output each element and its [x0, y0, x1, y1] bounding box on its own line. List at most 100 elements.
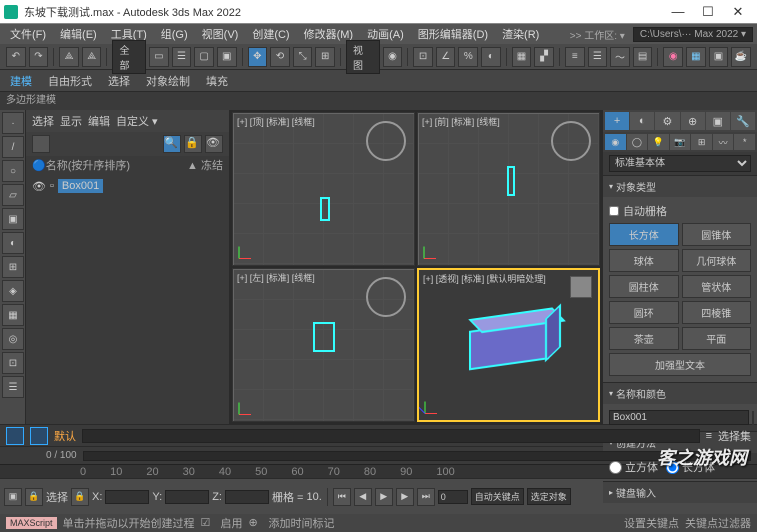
tab-selection[interactable]: 选择	[104, 71, 134, 91]
keyfilter-button[interactable]: 关键点过滤器	[685, 515, 751, 531]
undo-button[interactable]: ↶	[6, 47, 26, 67]
render-frame-button[interactable]: ▣	[709, 47, 729, 67]
scene-search-button[interactable]: 🔍	[163, 135, 181, 153]
next-frame-button[interactable]: ▶	[396, 488, 414, 506]
timeline-track[interactable]	[82, 429, 700, 443]
tool-d-button[interactable]: ▦	[2, 304, 24, 326]
link-button[interactable]: ⟁	[59, 47, 79, 67]
viewcube[interactable]	[366, 121, 406, 161]
window-cross-button[interactable]: ▣	[217, 47, 237, 67]
scene-tab-display[interactable]: 显示	[60, 113, 82, 129]
tab-modeling[interactable]: 建模	[6, 71, 36, 91]
col-name[interactable]: 名称(按升序排序)	[46, 157, 187, 173]
tool-e-button[interactable]: ◎	[2, 328, 24, 350]
goto-start-button[interactable]: ⏮	[333, 488, 351, 506]
workspace-selector[interactable]: >> 工作区: ▾	[564, 25, 631, 44]
enable-toggle[interactable]: ☑	[201, 516, 215, 530]
object-box[interactable]	[313, 322, 335, 352]
render-button[interactable]: ☕	[731, 47, 751, 67]
scene-tab-edit[interactable]: 编辑	[88, 113, 110, 129]
named-sel-button[interactable]: ▦	[512, 47, 532, 67]
tool-g-button[interactable]: ☰	[2, 376, 24, 398]
viewport-label[interactable]: [+] [前] [标准] [线框]	[422, 115, 500, 128]
snap-button[interactable]: ⊡	[413, 47, 433, 67]
sub-space[interactable]: 〰	[713, 134, 734, 150]
timeline-mode-button[interactable]	[6, 427, 24, 445]
sub-lights[interactable]: 💡	[648, 134, 669, 150]
select-button[interactable]: ▭	[149, 47, 169, 67]
path-crumb[interactable]: C:\Users\··· Max 2022 ▾	[633, 27, 753, 42]
viewcube[interactable]	[366, 277, 406, 317]
play-button[interactable]: ▶	[375, 488, 393, 506]
btn-geosphere[interactable]: 几何球体	[682, 249, 752, 272]
x-input[interactable]	[105, 490, 149, 504]
btn-cone[interactable]: 圆锥体	[682, 223, 752, 246]
viewport-label[interactable]: [+] [左] [标准] [线框]	[237, 271, 315, 284]
scene-tree[interactable]: 👁 ▫ Box001	[26, 174, 229, 424]
filter-dropdown[interactable]: 全部	[112, 40, 146, 74]
sub-geometry[interactable]: ◉	[605, 134, 626, 150]
goto-end-button[interactable]: ⏭	[417, 488, 435, 506]
tab-create[interactable]: +	[605, 112, 629, 130]
refcoord-dropdown[interactable]: 视图	[346, 40, 380, 74]
menu-render[interactable]: 渣染(R)	[496, 24, 545, 44]
tool-c-button[interactable]: ◈	[2, 280, 24, 302]
select-name-button[interactable]: ☰	[172, 47, 192, 67]
menu-edit[interactable]: 编辑(E)	[54, 24, 103, 44]
btn-cylinder[interactable]: 圆柱体	[609, 275, 679, 298]
scale-button[interactable]: ⤡	[293, 47, 313, 67]
tool-f-button[interactable]: ⊡	[2, 352, 24, 374]
material-button[interactable]: ◉	[663, 47, 683, 67]
eye-icon[interactable]: 👁	[32, 180, 46, 193]
btn-textplus[interactable]: 加强型文本	[609, 353, 751, 376]
settime-button[interactable]: ⊕	[249, 516, 263, 530]
viewport-left[interactable]: [+] [左] [标准] [线框]	[232, 268, 415, 422]
category-dropdown[interactable]: 标准基本体	[609, 155, 751, 172]
redo-button[interactable]: ↷	[29, 47, 49, 67]
scene-tab-select[interactable]: 选择	[32, 113, 54, 129]
unlink-button[interactable]: ⟁	[82, 47, 102, 67]
poly-vert-button[interactable]: ·	[2, 112, 24, 134]
layer-button[interactable]: ☰	[588, 47, 608, 67]
radio-cube[interactable]: 立方体	[609, 459, 658, 475]
selobj-dropdown[interactable]: 选定对象	[527, 488, 571, 505]
rollout-header[interactable]: 名称和颜色	[603, 383, 757, 404]
object-box-3d[interactable]	[469, 325, 549, 365]
sub-helpers[interactable]: ⊞	[691, 134, 712, 150]
tab-freeform[interactable]: 自由形式	[44, 71, 96, 91]
tab-modify[interactable]: ◐	[630, 112, 654, 130]
selection-set-dropdown[interactable]: 选择集	[718, 428, 751, 444]
tab-populate[interactable]: 填充	[202, 71, 232, 91]
color-swatch[interactable]	[752, 411, 754, 425]
tab-display[interactable]: ▣	[706, 112, 730, 130]
maximize-button[interactable]: ☐	[693, 4, 723, 20]
viewcube[interactable]	[570, 276, 592, 298]
autogrid-check[interactable]: 自动栅格	[609, 201, 751, 221]
btn-teapot[interactable]: 茶壶	[609, 327, 679, 350]
frame-input[interactable]	[438, 490, 468, 504]
poly-element-button[interactable]: ▣	[2, 208, 24, 230]
spinner-snap-button[interactable]: ◐	[481, 47, 501, 67]
viewcube[interactable]	[551, 121, 591, 161]
tab-utilities[interactable]: 🔧	[731, 112, 755, 130]
sel-lock-button[interactable]: 🔒	[71, 488, 89, 506]
object-box[interactable]	[507, 166, 515, 196]
btn-sphere[interactable]: 球体	[609, 249, 679, 272]
tab-hierarchy[interactable]: ⚙	[655, 112, 679, 130]
scene-lock-button[interactable]: 🔒	[184, 135, 202, 153]
lock-button[interactable]: 🔒	[25, 488, 43, 506]
angle-snap-button[interactable]: ∠	[436, 47, 456, 67]
placement-button[interactable]: ⊞	[315, 47, 335, 67]
viewport-label[interactable]: [+] [顶] [标准] [线框]	[237, 115, 315, 128]
move-button[interactable]: ✥	[248, 47, 268, 67]
btn-plane[interactable]: 平面	[682, 327, 752, 350]
scene-tab-custom[interactable]: 自定义 ▾	[116, 113, 158, 129]
mirror-button[interactable]: ▞	[534, 47, 554, 67]
btn-box[interactable]: 长方体	[609, 223, 679, 246]
tool-a-button[interactable]: ◐	[2, 232, 24, 254]
tab-motion[interactable]: ⊕	[681, 112, 705, 130]
z-input[interactable]	[225, 490, 269, 504]
timeline-mode-button[interactable]	[30, 427, 48, 445]
viewport-label[interactable]: [+] [透视] [标准] [默认明暗处理]	[423, 272, 546, 285]
percent-snap-button[interactable]: %	[458, 47, 478, 67]
